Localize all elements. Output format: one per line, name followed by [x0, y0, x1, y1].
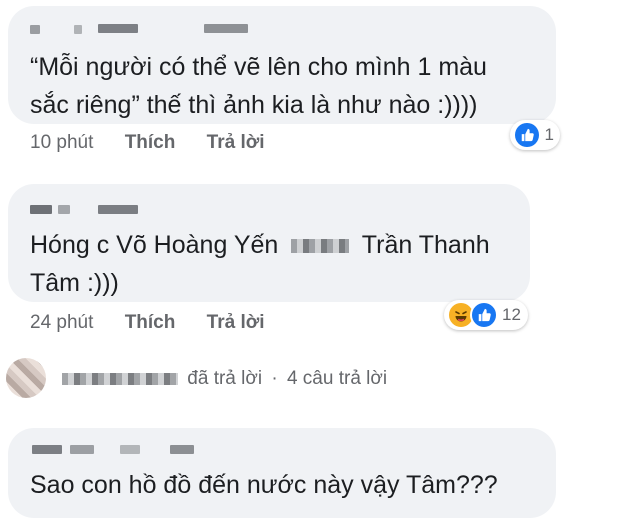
comment-2: Hóng c Võ Hoàng Yến Trần Thanh Tâm :))) …	[0, 160, 620, 340]
comment-3-bubble: Sao con hồ đồ đến nước này vậy Tâm???	[8, 428, 556, 518]
comment-text-line-2: sắc riêng” thế thì ảnh kia là như nào :)…	[30, 91, 478, 119]
separator: ·	[271, 368, 278, 389]
comment-text-line-1: “Mỗi người có thể vẽ lên cho mình 1 màu	[30, 53, 487, 81]
comment-time[interactable]: 10 phút	[30, 132, 93, 153]
reaction-summary[interactable]: 1	[510, 120, 560, 150]
like-icon	[513, 121, 541, 149]
comment-time[interactable]: 24 phút	[30, 312, 93, 333]
comment-author-redacted[interactable]	[28, 202, 148, 216]
view-replies-link[interactable]: đã trả lời · 4 câu trả lời	[62, 368, 387, 390]
comment-bubble: “Mỗi người có thể vẽ lên cho mình 1 màu …	[8, 6, 556, 124]
reaction-summary[interactable]: 12	[444, 300, 528, 330]
comment-text-line-1: Sao con hồ đồ đến nước này vậy Tâm???	[30, 471, 498, 499]
like-icon	[470, 301, 498, 329]
comment-author-redacted[interactable]	[28, 22, 268, 36]
comment-meta: 10 phút Thích Trả lời	[30, 132, 265, 154]
replies-count: 4 câu trả lời	[286, 368, 388, 389]
redacted-mention	[291, 239, 350, 254]
like-button[interactable]: Thích	[125, 132, 176, 153]
reaction-count: 1	[544, 125, 554, 144]
replied-text: đã trả lời	[187, 368, 263, 389]
comment-text-line-1: Hóng c Võ Hoàng Yến Trần Thanh	[30, 226, 490, 264]
redacted-name	[62, 372, 178, 385]
reaction-count: 12	[502, 305, 521, 324]
comment-text-end: Trần Thanh	[361, 231, 490, 259]
like-button[interactable]: Thích	[125, 312, 176, 333]
comment-1: “Mỗi người có thể vẽ lên cho mình 1 màu …	[0, 0, 620, 160]
comment-meta: 24 phút Thích Trả lời	[30, 312, 265, 334]
reply-button[interactable]: Trả lời	[207, 132, 265, 153]
comment-author-redacted[interactable]	[30, 442, 210, 456]
comment-text-line-2: Tâm :)))	[30, 269, 119, 297]
reply-button[interactable]: Trả lời	[207, 312, 265, 333]
comment-text-start: Hóng c Võ Hoàng Yến	[30, 231, 279, 259]
avatar[interactable]	[6, 358, 46, 398]
comment-bubble: Hóng c Võ Hoàng Yến Trần Thanh Tâm :)))	[8, 184, 530, 302]
